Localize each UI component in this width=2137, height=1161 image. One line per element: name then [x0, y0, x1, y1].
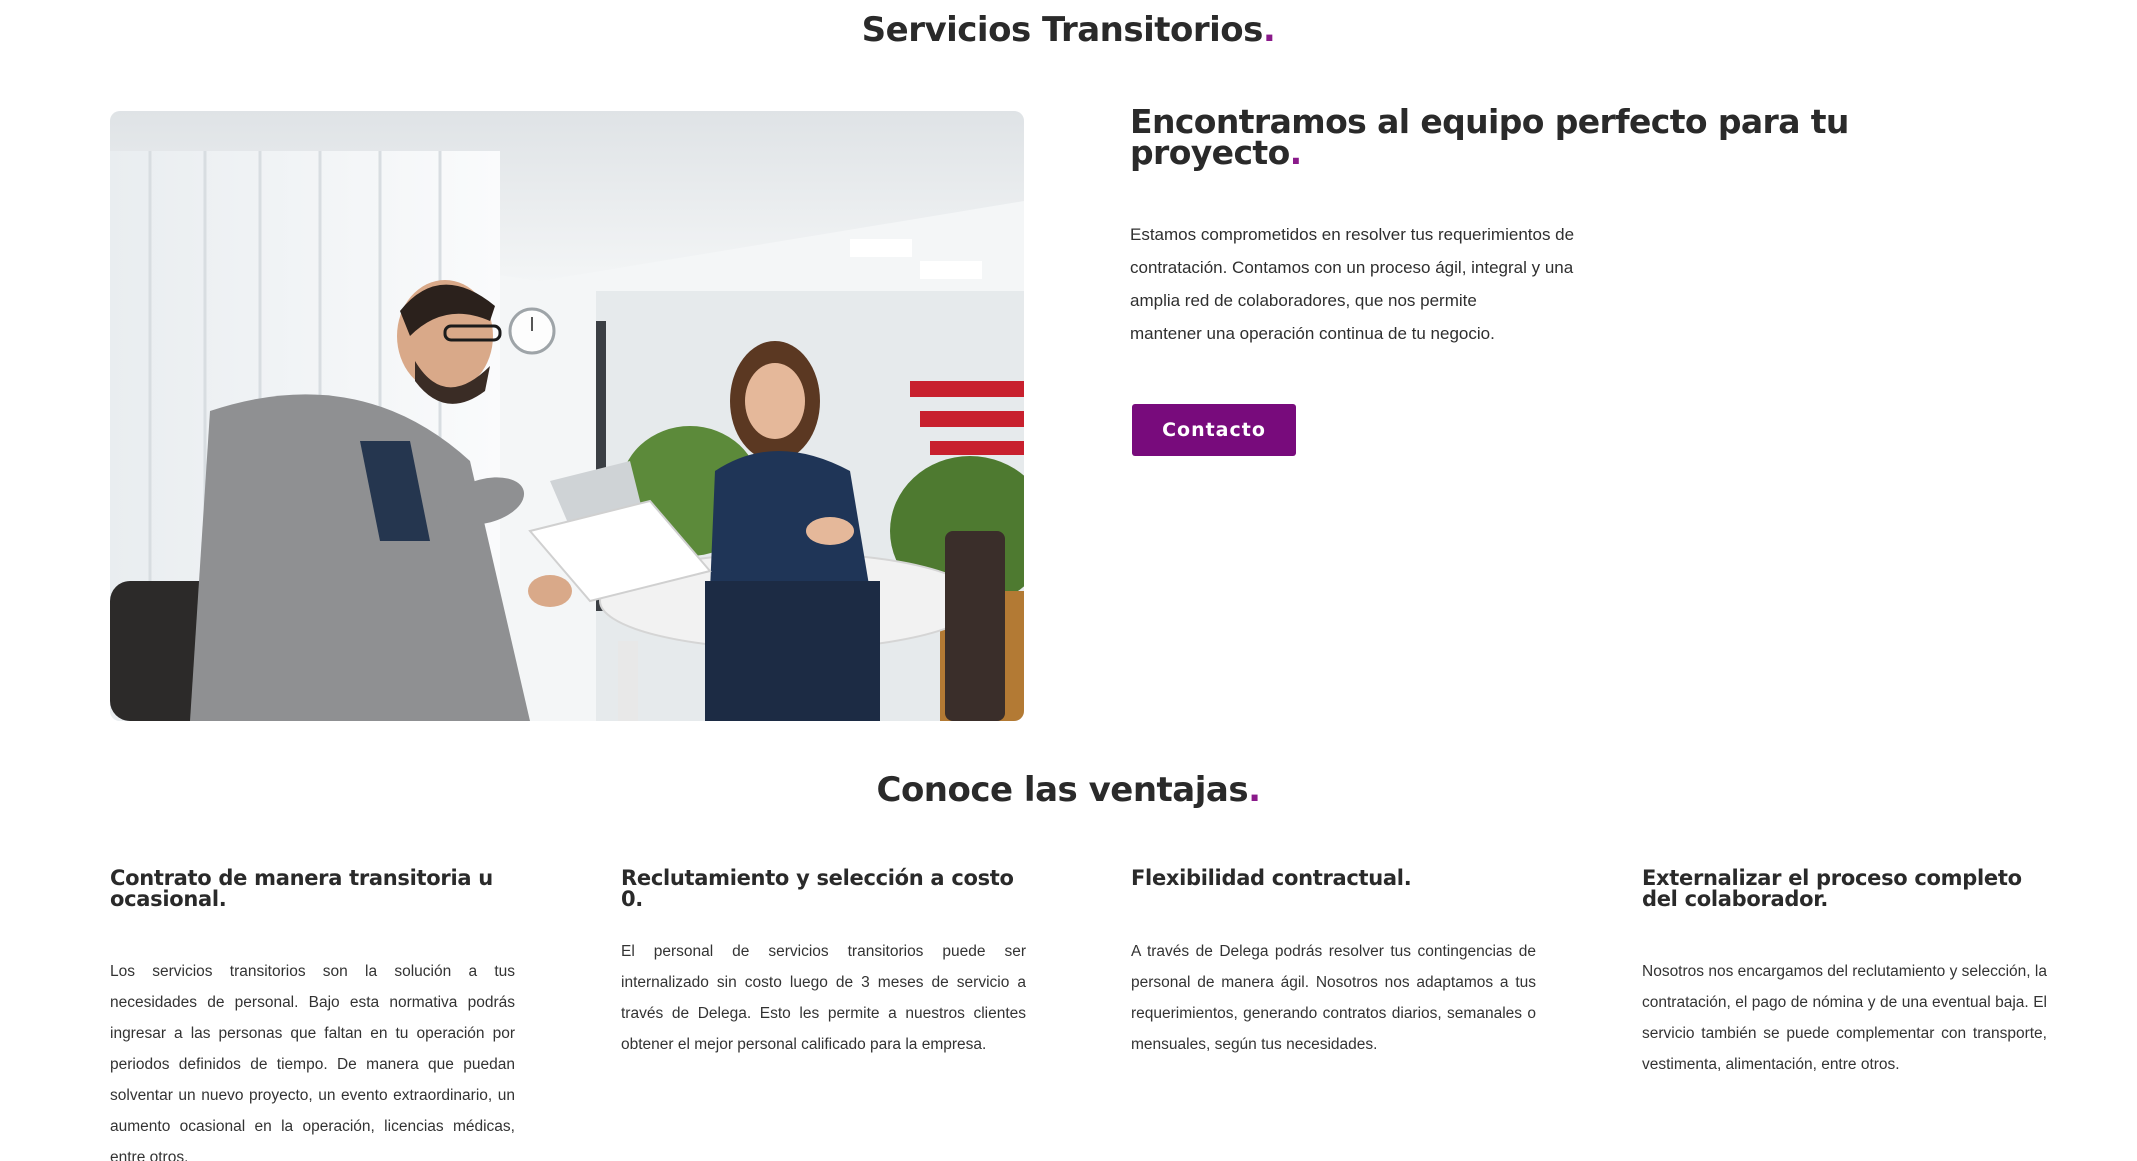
- benefit-item-externalizar: Externalizar el proceso completo del col…: [1642, 866, 2047, 1074]
- hero-description: Estamos comprometidos en resolver tus re…: [1130, 218, 1580, 350]
- hero-description-line: contratación. Contamos con un proceso ág…: [1130, 258, 1574, 277]
- hero-photo: [110, 111, 1024, 721]
- benefit-text: El personal de servicios transitorios pu…: [621, 943, 1026, 1053]
- contact-button[interactable]: Contacto: [1132, 404, 1296, 456]
- benefit-title: Externalizar el proceso completo del col…: [1642, 866, 2022, 911]
- benefit-item-contrato: Contrato de manera transitoria u ocasion…: [110, 866, 515, 1161]
- hero-heading: Encontramos al equipo perfecto para tu p…: [1130, 102, 1849, 172]
- benefit-text: Nosotros nos encargamos del reclutamient…: [1642, 963, 2047, 1073]
- office-meeting-illustration: [110, 111, 1024, 721]
- benefit-item-flexibilidad: Flexibilidad contractual. A través de De…: [1131, 866, 1536, 1054]
- benefit-title: Contrato de manera transitoria u ocasion…: [110, 866, 493, 911]
- benefit-text: A través de Delega podrás resolver tus c…: [1131, 943, 1536, 1053]
- benefit-item-reclutamiento: Reclutamiento y selección a costo 0. El …: [621, 866, 1026, 1054]
- hero-description-line: mantener una operación continua de tu ne…: [1130, 324, 1495, 343]
- benefits-title: Conoce las ventajas.: [876, 770, 1262, 810]
- page-title: Servicios Transitorios.: [861, 10, 1276, 50]
- hero-description-line: amplia red de colaboradores, que nos per…: [1130, 291, 1477, 310]
- benefit-text: Los servicios transitorios son la soluci…: [110, 963, 515, 1161]
- hero-description-line: Estamos comprometidos en resolver tus re…: [1130, 225, 1575, 244]
- benefit-title: Reclutamiento y selección a costo 0.: [621, 866, 1014, 911]
- benefit-title: Flexibilidad contractual.: [1131, 866, 1412, 890]
